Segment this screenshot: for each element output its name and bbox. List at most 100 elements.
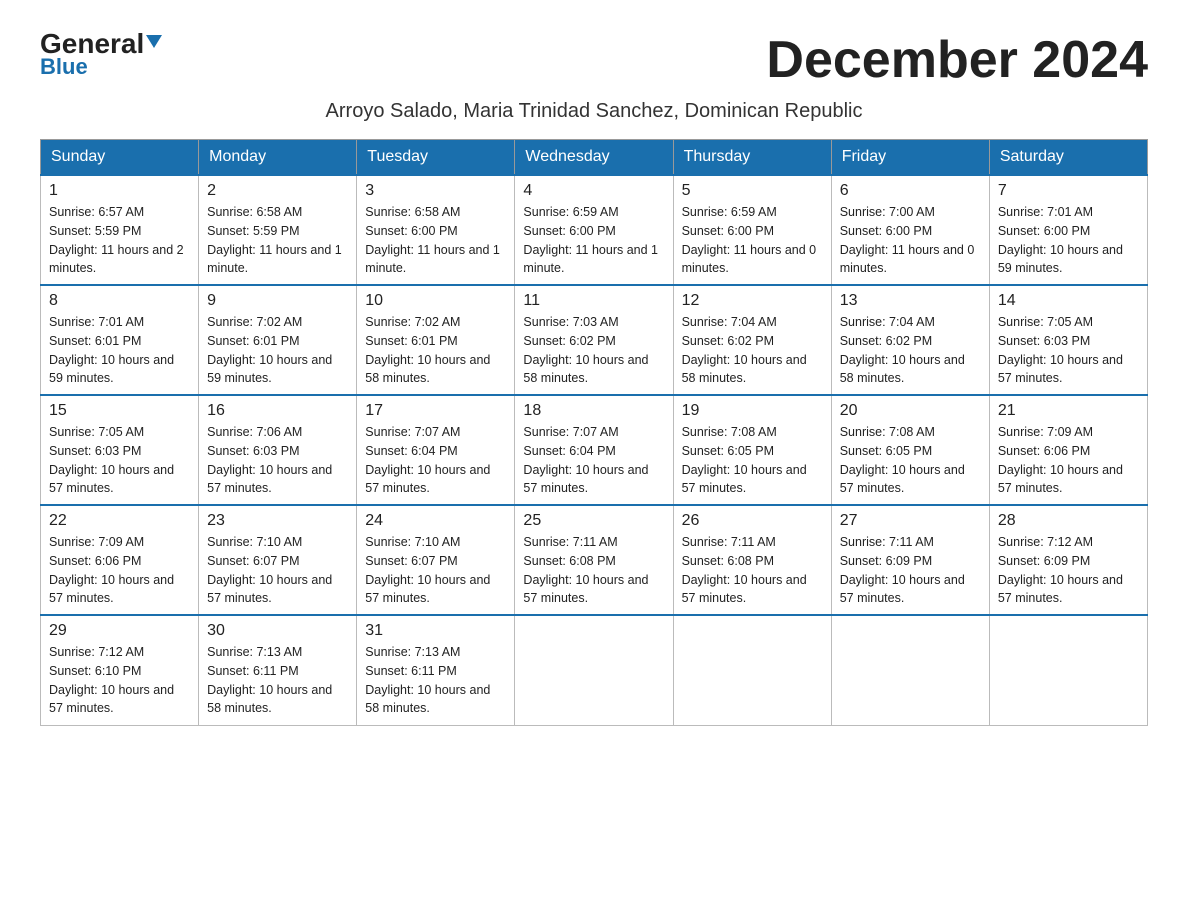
day-cell-19: 19 Sunrise: 7:08 AMSunset: 6:05 PMDaylig… [673,395,831,505]
day-info: Sunrise: 7:13 AMSunset: 6:11 PMDaylight:… [207,645,332,715]
day-cell-7: 7 Sunrise: 7:01 AMSunset: 6:00 PMDayligh… [989,175,1147,285]
day-number: 11 [523,292,664,310]
day-cell-12: 12 Sunrise: 7:04 AMSunset: 6:02 PMDaylig… [673,285,831,395]
day-info: Sunrise: 7:03 AMSunset: 6:02 PMDaylight:… [523,315,648,385]
empty-cell [673,615,831,725]
day-info: Sunrise: 7:12 AMSunset: 6:10 PMDaylight:… [49,645,174,715]
day-info: Sunrise: 7:04 AMSunset: 6:02 PMDaylight:… [840,315,965,385]
day-info: Sunrise: 7:10 AMSunset: 6:07 PMDaylight:… [365,535,490,605]
day-info: Sunrise: 6:57 AMSunset: 5:59 PMDaylight:… [49,205,184,275]
day-cell-22: 22 Sunrise: 7:09 AMSunset: 6:06 PMDaylig… [41,505,199,615]
week-row-1: 1 Sunrise: 6:57 AMSunset: 5:59 PMDayligh… [41,175,1148,285]
day-info: Sunrise: 7:09 AMSunset: 6:06 PMDaylight:… [998,425,1123,495]
day-cell-8: 8 Sunrise: 7:01 AMSunset: 6:01 PMDayligh… [41,285,199,395]
day-info: Sunrise: 7:11 AMSunset: 6:08 PMDaylight:… [523,535,648,605]
day-number: 12 [682,292,823,310]
day-number: 3 [365,182,506,200]
day-cell-28: 28 Sunrise: 7:12 AMSunset: 6:09 PMDaylig… [989,505,1147,615]
day-number: 29 [49,622,190,640]
day-cell-4: 4 Sunrise: 6:59 AMSunset: 6:00 PMDayligh… [515,175,673,285]
day-number: 2 [207,182,348,200]
day-info: Sunrise: 7:04 AMSunset: 6:02 PMDaylight:… [682,315,807,385]
day-number: 22 [49,512,190,530]
day-number: 25 [523,512,664,530]
day-number: 31 [365,622,506,640]
day-number: 24 [365,512,506,530]
day-cell-24: 24 Sunrise: 7:10 AMSunset: 6:07 PMDaylig… [357,505,515,615]
column-header-sunday: Sunday [41,140,199,176]
day-info: Sunrise: 6:59 AMSunset: 6:00 PMDaylight:… [682,205,817,275]
day-number: 16 [207,402,348,420]
day-number: 1 [49,182,190,200]
day-info: Sunrise: 7:07 AMSunset: 6:04 PMDaylight:… [365,425,490,495]
day-number: 18 [523,402,664,420]
day-info: Sunrise: 6:58 AMSunset: 6:00 PMDaylight:… [365,205,500,275]
day-cell-3: 3 Sunrise: 6:58 AMSunset: 6:00 PMDayligh… [357,175,515,285]
day-cell-26: 26 Sunrise: 7:11 AMSunset: 6:08 PMDaylig… [673,505,831,615]
empty-cell [831,615,989,725]
day-cell-21: 21 Sunrise: 7:09 AMSunset: 6:06 PMDaylig… [989,395,1147,505]
day-cell-14: 14 Sunrise: 7:05 AMSunset: 6:03 PMDaylig… [989,285,1147,395]
day-cell-20: 20 Sunrise: 7:08 AMSunset: 6:05 PMDaylig… [831,395,989,505]
day-cell-1: 1 Sunrise: 6:57 AMSunset: 5:59 PMDayligh… [41,175,199,285]
column-header-thursday: Thursday [673,140,831,176]
day-number: 27 [840,512,981,530]
day-info: Sunrise: 6:59 AMSunset: 6:00 PMDaylight:… [523,205,658,275]
day-number: 28 [998,512,1139,530]
day-number: 17 [365,402,506,420]
day-cell-10: 10 Sunrise: 7:02 AMSunset: 6:01 PMDaylig… [357,285,515,395]
day-info: Sunrise: 7:00 AMSunset: 6:00 PMDaylight:… [840,205,975,275]
day-cell-17: 17 Sunrise: 7:07 AMSunset: 6:04 PMDaylig… [357,395,515,505]
day-number: 4 [523,182,664,200]
week-row-2: 8 Sunrise: 7:01 AMSunset: 6:01 PMDayligh… [41,285,1148,395]
day-number: 19 [682,402,823,420]
day-cell-25: 25 Sunrise: 7:11 AMSunset: 6:08 PMDaylig… [515,505,673,615]
day-info: Sunrise: 7:01 AMSunset: 6:00 PMDaylight:… [998,205,1123,275]
day-number: 23 [207,512,348,530]
day-number: 13 [840,292,981,310]
day-cell-9: 9 Sunrise: 7:02 AMSunset: 6:01 PMDayligh… [199,285,357,395]
day-number: 9 [207,292,348,310]
logo-blue: Blue [40,54,88,80]
empty-cell [989,615,1147,725]
logo: General Blue [40,30,162,80]
day-number: 6 [840,182,981,200]
calendar-header-row: SundayMondayTuesdayWednesdayThursdayFrid… [41,140,1148,176]
day-cell-11: 11 Sunrise: 7:03 AMSunset: 6:02 PMDaylig… [515,285,673,395]
day-number: 14 [998,292,1139,310]
day-info: Sunrise: 7:01 AMSunset: 6:01 PMDaylight:… [49,315,174,385]
column-header-friday: Friday [831,140,989,176]
day-cell-23: 23 Sunrise: 7:10 AMSunset: 6:07 PMDaylig… [199,505,357,615]
day-cell-31: 31 Sunrise: 7:13 AMSunset: 6:11 PMDaylig… [357,615,515,725]
day-number: 10 [365,292,506,310]
day-number: 26 [682,512,823,530]
day-cell-5: 5 Sunrise: 6:59 AMSunset: 6:00 PMDayligh… [673,175,831,285]
subtitle: Arroyo Salado, Maria Trinidad Sanchez, D… [40,100,1148,123]
day-cell-16: 16 Sunrise: 7:06 AMSunset: 6:03 PMDaylig… [199,395,357,505]
column-header-monday: Monday [199,140,357,176]
day-info: Sunrise: 7:13 AMSunset: 6:11 PMDaylight:… [365,645,490,715]
week-row-5: 29 Sunrise: 7:12 AMSunset: 6:10 PMDaylig… [41,615,1148,725]
day-number: 20 [840,402,981,420]
column-header-tuesday: Tuesday [357,140,515,176]
day-info: Sunrise: 7:10 AMSunset: 6:07 PMDaylight:… [207,535,332,605]
day-info: Sunrise: 7:05 AMSunset: 6:03 PMDaylight:… [998,315,1123,385]
day-info: Sunrise: 7:12 AMSunset: 6:09 PMDaylight:… [998,535,1123,605]
day-number: 5 [682,182,823,200]
day-number: 7 [998,182,1139,200]
day-info: Sunrise: 7:07 AMSunset: 6:04 PMDaylight:… [523,425,648,495]
day-info: Sunrise: 6:58 AMSunset: 5:59 PMDaylight:… [207,205,342,275]
week-row-3: 15 Sunrise: 7:05 AMSunset: 6:03 PMDaylig… [41,395,1148,505]
day-info: Sunrise: 7:05 AMSunset: 6:03 PMDaylight:… [49,425,174,495]
month-title: December 2024 [766,30,1148,90]
day-cell-15: 15 Sunrise: 7:05 AMSunset: 6:03 PMDaylig… [41,395,199,505]
day-info: Sunrise: 7:08 AMSunset: 6:05 PMDaylight:… [840,425,965,495]
day-number: 30 [207,622,348,640]
day-number: 8 [49,292,190,310]
page-header: General Blue December 2024 [40,30,1148,90]
day-cell-6: 6 Sunrise: 7:00 AMSunset: 6:00 PMDayligh… [831,175,989,285]
column-header-wednesday: Wednesday [515,140,673,176]
day-number: 15 [49,402,190,420]
column-header-saturday: Saturday [989,140,1147,176]
day-cell-18: 18 Sunrise: 7:07 AMSunset: 6:04 PMDaylig… [515,395,673,505]
